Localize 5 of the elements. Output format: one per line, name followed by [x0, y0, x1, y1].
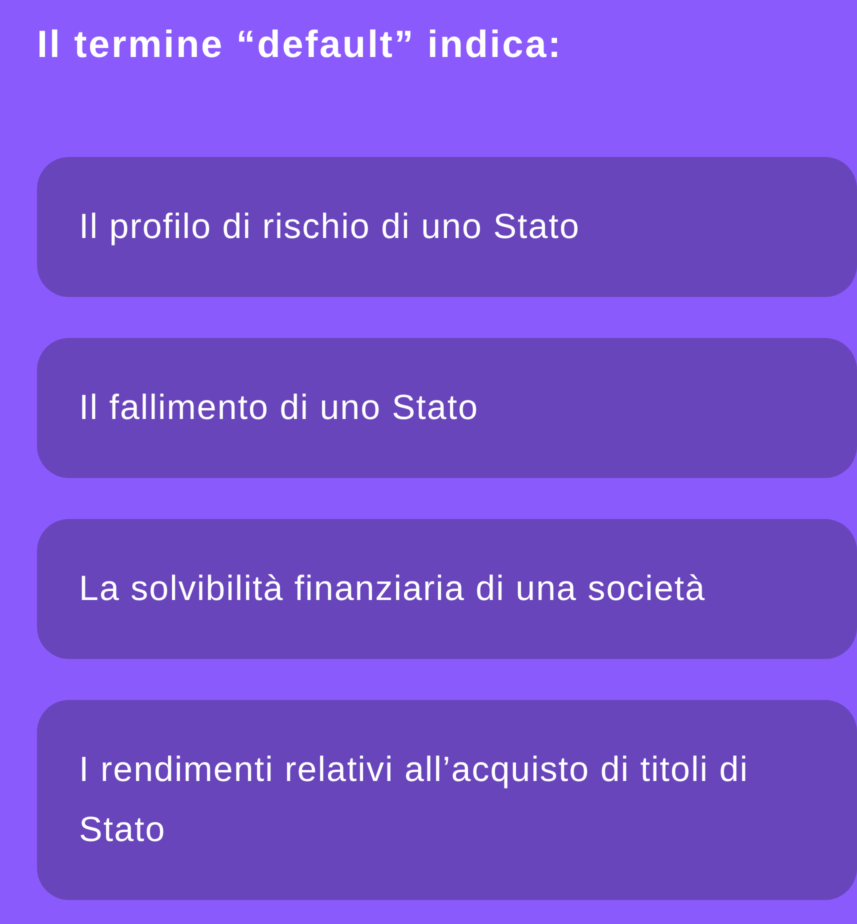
question-title: Il termine “default” indica:	[37, 23, 562, 68]
answer-option[interactable]: Il fallimento di uno Stato	[37, 338, 857, 478]
answer-option[interactable]: Il profilo di rischio di uno Stato	[37, 157, 857, 297]
answer-option[interactable]: La solvibilità finanziaria di una società	[37, 519, 857, 659]
answer-option[interactable]: I rendimenti relativi all’acquisto di titoli di Stato	[37, 700, 857, 900]
